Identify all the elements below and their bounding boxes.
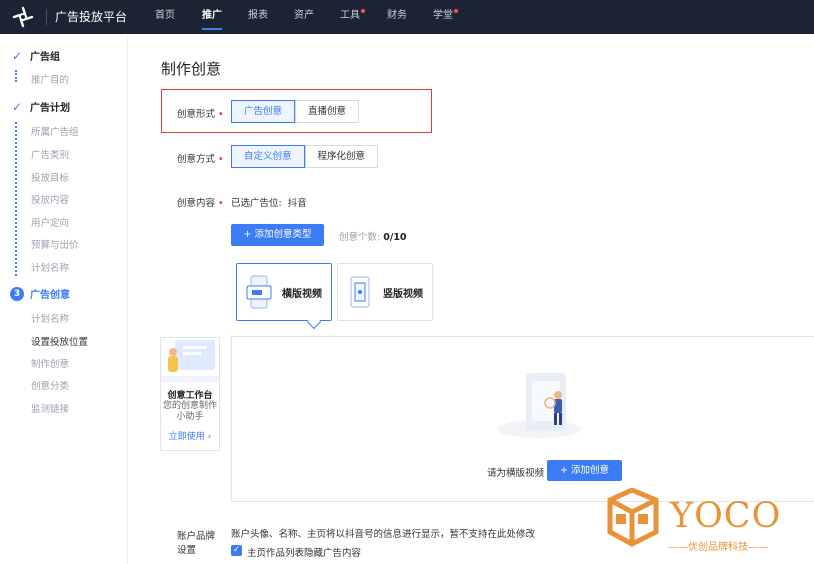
nav-divider (46, 9, 47, 25)
vertical-video-icon (350, 276, 370, 308)
step-ad-plan[interactable]: ✓ 广告计划 (10, 99, 70, 115)
add-creative-type-button[interactable]: + 添加创意类型 (231, 224, 324, 246)
sidebar-item-make-creative[interactable]: 制作创意 (31, 356, 69, 370)
step-connector (15, 70, 17, 82)
type-card-horizontal-video[interactable]: 横版视频 (236, 263, 332, 321)
sidebar-item-placement[interactable]: 设置投放位置 (31, 334, 88, 348)
academy-notification-dot (454, 9, 458, 13)
step-connector (15, 122, 17, 276)
check-icon: ✓ (11, 48, 23, 63)
nav-academy[interactable]: 学堂 (433, 0, 453, 32)
nav-promotion[interactable]: 推广 (202, 0, 222, 32)
brand-settings-description: 账户头像、名称、主页将以抖音号的信息进行显示，暂不支持在此处修改 (231, 529, 536, 540)
sidebar-item-targeting[interactable]: 用户定向 (31, 215, 69, 229)
creative-method-selector: 自定义创意 程序化创意 (231, 145, 379, 168)
app-brand: 广告投放平台 (55, 10, 128, 24)
watermark-subtitle: ——优创品牌科技—— (668, 542, 768, 553)
horizontal-video-icon (246, 275, 272, 309)
sidebar-item-promotion-goal[interactable]: 推广目的 (31, 72, 69, 86)
app-logo-icon[interactable] (12, 6, 34, 28)
option-ad-creative[interactable]: 广告创意 (231, 100, 296, 123)
hide-ads-checkbox[interactable]: ✓ (231, 545, 242, 556)
step-number-badge: 3 (10, 286, 24, 301)
placement-info: 已选广告位: 抖音 (231, 198, 307, 209)
watermark-text: YOCO (670, 496, 782, 536)
option-live-creative[interactable]: 直播创意 (295, 100, 360, 123)
sidebar-item-ad-group[interactable]: 所属广告组 (31, 124, 79, 138)
workbench-use-now-link[interactable]: 立即使用 › (161, 429, 219, 442)
hide-ads-checkbox-label: 主页作品列表隐藏广告内容 (247, 548, 362, 559)
add-creative-button[interactable]: + 添加创意 (547, 460, 622, 481)
sidebar-item-creative-category[interactable]: 创意分类 (31, 378, 69, 392)
sidebar-item-content[interactable]: 投放内容 (31, 192, 69, 206)
workbench-illustration (161, 340, 219, 382)
empty-state-illustration (497, 373, 581, 438)
preview-prompt: 请为横版视频 (487, 468, 545, 479)
tools-notification-dot (361, 9, 365, 13)
sidebar-item-budget[interactable]: 预算与出价 (31, 237, 79, 251)
option-programmatic-creative[interactable]: 程序化创意 (304, 145, 379, 168)
creative-count: 创意个数: 0/10 (339, 232, 407, 243)
nav-finance[interactable]: 财务 (387, 0, 407, 32)
step-ad-group[interactable]: ✓ 广告组 (10, 48, 60, 64)
form-label: 创意形式 • (177, 109, 224, 120)
sidebar-item-ad-category[interactable]: 广告类别 (31, 147, 69, 161)
content-label: 创意内容 • (177, 198, 224, 209)
nav-assets[interactable]: 资产 (294, 0, 314, 32)
sidebar-item-plan-name-2[interactable]: 计划名称 (31, 311, 69, 325)
step-sidebar: ✓ 广告组 推广目的 ✓ 广告计划 所属广告组 广告类别 投放目标 投放内容 用… (0, 34, 128, 564)
nav-reports[interactable]: 报表 (248, 0, 268, 32)
sidebar-item-target[interactable]: 投放目标 (31, 170, 69, 184)
sidebar-item-plan-name[interactable]: 计划名称 (31, 260, 69, 274)
creative-workbench-card[interactable]: 创意工作台 您的创意制作小助手 立即使用 › (160, 337, 220, 451)
creative-form-selector: 广告创意 直播创意 (231, 100, 360, 123)
method-label: 创意方式 • (177, 154, 224, 165)
page-title: 制作创意 (161, 60, 222, 78)
nav-tools[interactable]: 工具 (340, 0, 360, 32)
option-custom-creative[interactable]: 自定义创意 (231, 145, 305, 168)
sidebar-item-tracking-link[interactable]: 监测链接 (31, 401, 69, 415)
check-icon: ✓ (11, 99, 23, 114)
workbench-title: 创意工作台 (167, 391, 213, 401)
nav-home[interactable]: 首页 (155, 0, 175, 32)
type-card-vertical-video[interactable]: 竖版视频 (337, 263, 433, 321)
brand-settings-label: 账户品牌设置 (177, 531, 216, 556)
step-ad-creative[interactable]: 3 广告创意 (10, 286, 70, 301)
workbench-description: 您的创意制作小助手 (162, 401, 217, 422)
top-nav: 广告投放平台 首页 推广 报表 资产 工具 财务 学堂 (0, 0, 814, 34)
